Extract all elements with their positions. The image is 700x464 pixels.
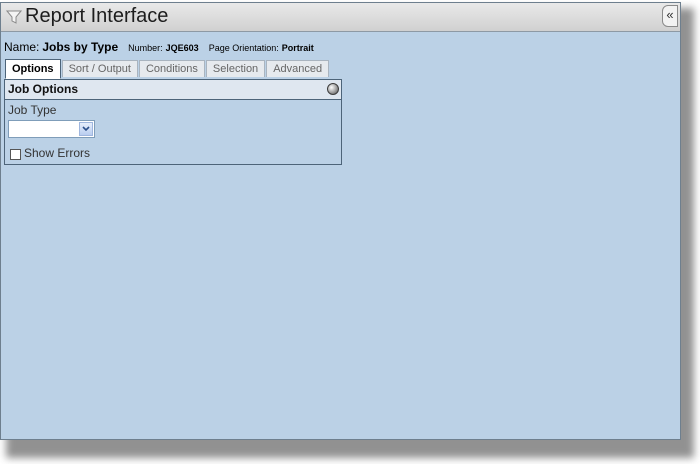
number-label: Number:	[128, 43, 163, 53]
orientation-value: Portrait	[281, 43, 314, 53]
tab-options[interactable]: Options	[5, 59, 61, 79]
report-info-bar: Name: Jobs by Type Number: JQE603 Page Orien…	[4, 38, 314, 56]
panel-title: Job Options	[8, 82, 78, 96]
tab-bar: Options Sort / Output Conditions Selecti…	[5, 59, 330, 79]
job-type-label: Job Type	[8, 103, 57, 117]
title-bar: Report Interface «	[1, 3, 680, 32]
panel-header: Job Options	[5, 80, 341, 100]
name-value: Jobs by Type	[42, 40, 119, 54]
orientation-label: Page Orientation:	[208, 43, 279, 53]
tab-selection[interactable]: Selection	[205, 60, 266, 77]
tab-advanced[interactable]: Advanced	[266, 60, 330, 77]
sphere-icon[interactable]	[327, 83, 339, 95]
tab-conditions[interactable]: Conditions	[138, 60, 205, 77]
job-type-select[interactable]	[8, 120, 95, 138]
double-chevron-left-icon: «	[666, 7, 674, 22]
collapse-button[interactable]: «	[662, 5, 678, 27]
name-label: Name:	[4, 40, 40, 54]
show-errors-checkbox[interactable]	[10, 149, 21, 160]
report-window: Report Interface « Name: Jobs by Type Numb…	[0, 2, 681, 440]
window-title: Report Interface	[25, 5, 169, 27]
number-value: JQE603	[165, 43, 199, 53]
filter-icon	[6, 10, 22, 24]
show-errors-label: Show Errors	[24, 146, 91, 160]
tab-sort-output[interactable]: Sort / Output	[61, 60, 138, 77]
chevron-down-icon	[82, 126, 90, 132]
job-options-panel: Job Options Job Type Show Errors	[4, 79, 342, 165]
dropdown-button[interactable]	[79, 122, 93, 136]
